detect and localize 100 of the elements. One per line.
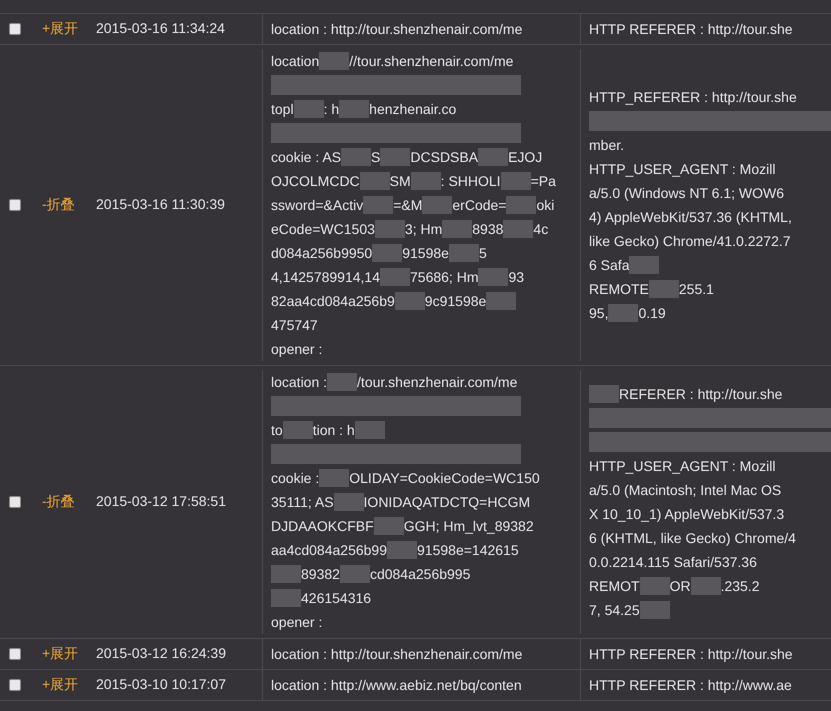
- redaction-block: [271, 565, 301, 583]
- redaction-block: [448, 244, 479, 262]
- redaction-block: [640, 601, 670, 619]
- cell-text: : SHHOLI: [440, 172, 501, 190]
- toggle-link[interactable]: -折叠: [42, 196, 75, 212]
- redaction-block: [319, 52, 350, 70]
- cell-text: REMOTE: [589, 280, 649, 298]
- redaction-block: [374, 517, 404, 535]
- timestamp: 2015-03-16 11:34:24: [96, 20, 225, 36]
- cell-text: 3; Hm: [404, 220, 442, 238]
- cell-text: : h: [324, 100, 340, 118]
- checkbox[interactable]: [9, 648, 21, 660]
- redaction-block: [354, 421, 385, 439]
- cell-text: oki: [536, 196, 554, 214]
- cell-text: 6 (KHTML, like Gecko) Chrome/4: [589, 528, 796, 548]
- redaction-block: [503, 220, 534, 238]
- cell-text: d084a256b9950: [271, 244, 372, 262]
- cell-text: DCSDSBA: [410, 148, 478, 166]
- checkbox[interactable]: [9, 23, 21, 35]
- toggle-link[interactable]: +展开: [42, 20, 78, 36]
- cell-text: 5: [478, 244, 487, 262]
- cell-text: henzhenair.co: [369, 100, 456, 118]
- redaction-block: [478, 268, 508, 286]
- redaction-block: [340, 565, 370, 583]
- redaction-block: [341, 148, 372, 166]
- cell-text: DJDAAOKCFBF: [271, 516, 374, 536]
- cell-text: //tour.shenzhenair.com/me: [349, 52, 514, 70]
- redaction-block: [690, 577, 721, 595]
- redaction-block: [394, 292, 425, 310]
- redaction-block: [629, 256, 660, 274]
- cell-text: .235.2: [720, 576, 760, 596]
- cell-text: 93: [508, 268, 524, 286]
- cell-text: to: [271, 420, 283, 440]
- redaction-block: [282, 421, 313, 439]
- redaction-block: [380, 268, 410, 286]
- cell-text: eCode=WC1503: [271, 220, 375, 238]
- timestamp: 2015-03-12 16:24:39: [96, 645, 226, 661]
- cell-text: erCode=: [452, 196, 506, 214]
- cell-text: HTTP_REFERER : http://tour.she: [589, 88, 797, 107]
- redaction-block: [339, 100, 370, 118]
- checkbox[interactable]: [9, 679, 21, 691]
- cell-text: 89382: [301, 564, 340, 584]
- redaction-block: [271, 589, 301, 607]
- cell-text: like Gecko) Chrome/41.0.2272.7: [589, 232, 791, 251]
- timestamp: 2015-03-12 17:58:51: [96, 493, 226, 509]
- redaction-block: [380, 148, 410, 166]
- cell-text: OLIDAY=CookieCode=WC150: [349, 468, 540, 488]
- cell-text: location: [271, 52, 320, 70]
- redaction-block: [363, 196, 394, 214]
- cell-text: cookie : AS: [271, 148, 342, 166]
- cell-text: location :: [271, 372, 328, 392]
- cell-text: tion : h: [312, 420, 355, 440]
- cell-text: 475747: [271, 316, 318, 334]
- redaction-block: [442, 220, 472, 238]
- cell-text: topl: [271, 100, 294, 119]
- redaction-block: [294, 100, 324, 118]
- redaction-block: [387, 541, 418, 559]
- cell-text: 8938: [472, 220, 504, 238]
- redaction-block: [500, 172, 531, 190]
- cell-text: 0.19: [638, 304, 666, 322]
- cell-text: a/5.0 (Macintosh; Intel Mac OS: [589, 480, 782, 500]
- redaction-block: [334, 493, 364, 511]
- cell-text: 9c91598e: [424, 292, 486, 310]
- cell-text: REFERER : http://tour.she: [619, 384, 782, 404]
- cell-text: SM: [390, 172, 411, 190]
- cell-text: HTTP_USER_AGENT : Mozill: [589, 456, 776, 476]
- cell-text: 91598e: [402, 244, 449, 262]
- timestamp: 2015-03-10 10:17:07: [96, 676, 226, 692]
- redaction-block: [360, 172, 390, 190]
- redaction-block: [422, 196, 452, 214]
- redaction-block: [327, 373, 358, 391]
- cell-text: 4c: [533, 220, 548, 238]
- redaction-block: [374, 220, 405, 238]
- redaction-block: [506, 196, 536, 214]
- checkbox[interactable]: [9, 496, 21, 508]
- cell-text: 426154316: [301, 588, 372, 608]
- checkbox[interactable]: [9, 199, 21, 211]
- cell-text: HTTP REFERER : http://tour.she: [589, 644, 793, 664]
- cell-text: GGH; Hm_lvt_89382: [404, 516, 534, 536]
- cell-text: location : http://www.aebiz.net/bq/conten: [271, 676, 522, 695]
- cell-text: 255.1: [678, 280, 714, 298]
- cell-text: cookie :: [271, 468, 320, 488]
- toggle-link[interactable]: +展开: [42, 676, 78, 692]
- cell-text: 4,1425789914,14: [271, 268, 380, 286]
- cell-text: cd084a256b995: [370, 564, 470, 584]
- toggle-link[interactable]: +展开: [42, 645, 78, 661]
- cell-text: IONIDAQATDCTQ=HCGM: [364, 492, 530, 512]
- cell-text: mber.: [589, 136, 624, 154]
- cell-text: location : http://tour.shenzhenair.com/me: [271, 20, 522, 39]
- cell-text: EJOJ: [508, 148, 542, 166]
- cell-text: =&M: [393, 196, 422, 214]
- cell-text: a/5.0 (Windows NT 6.1; WOW6: [589, 184, 784, 203]
- cell-text: REMOT: [589, 576, 640, 596]
- cell-text: 82aa4cd084a256b9: [271, 292, 395, 310]
- cell-text: 7, 54.25: [589, 600, 640, 620]
- redaction-block: [319, 469, 350, 487]
- toggle-link[interactable]: -折叠: [42, 493, 75, 509]
- cell-text: HTTP REFERER : http://tour.she: [589, 20, 793, 39]
- cell-text: S: [371, 148, 380, 166]
- cell-text: aa4cd084a256b99: [271, 540, 388, 560]
